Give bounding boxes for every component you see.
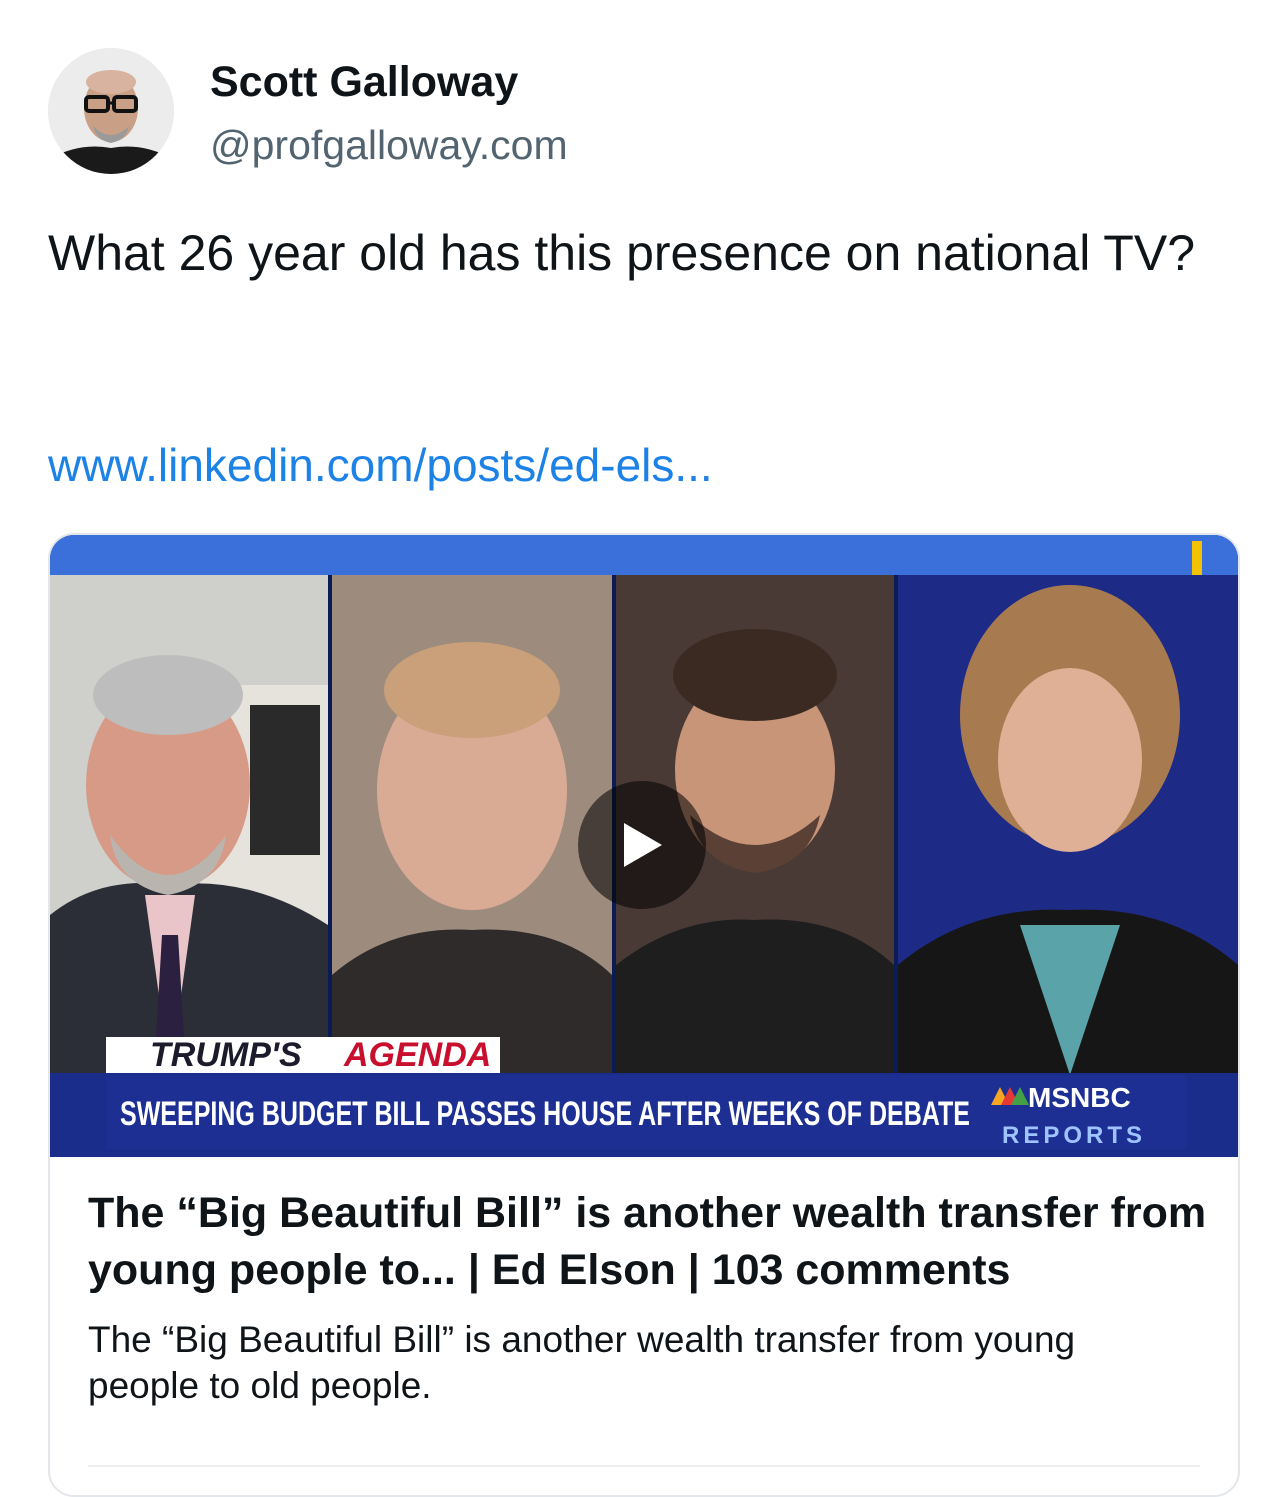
post-link[interactable]: www.linkedin.com/posts/ed-els... (48, 438, 713, 492)
link-preview-card[interactable]: TRUMP'S AGENDA SWEEPING BUDGET BILL PASS… (48, 533, 1240, 1497)
network-sub: REPORTS (1002, 1122, 1146, 1149)
segment-tag-b: AGENDA (343, 1036, 491, 1074)
author-name[interactable]: Scott Galloway (210, 58, 518, 107)
card-divider (88, 1465, 1200, 1467)
headline-text: SWEEPING BUDGET BILL PASSES HOUSE AFTER … (120, 1095, 970, 1133)
segment-tag-a: TRUMP'S (150, 1036, 302, 1074)
post-text: What 26 year old has this presence on na… (48, 225, 1195, 281)
top-banner (50, 535, 1238, 575)
card-description: The “Big Beautiful Bill” is another weal… (88, 1319, 1076, 1406)
video-thumbnail[interactable]: TRUMP'S AGENDA SWEEPING BUDGET BILL PASS… (50, 535, 1238, 1157)
avatar-photo (48, 48, 174, 174)
play-button[interactable] (578, 781, 706, 909)
network-name: MSNBC (1028, 1082, 1131, 1113)
play-icon (624, 823, 662, 867)
card-title[interactable]: The “Big Beautiful Bill” is another weal… (88, 1185, 1208, 1299)
author-handle[interactable]: @profgalloway.com (210, 122, 568, 169)
author-avatar[interactable] (48, 48, 174, 174)
